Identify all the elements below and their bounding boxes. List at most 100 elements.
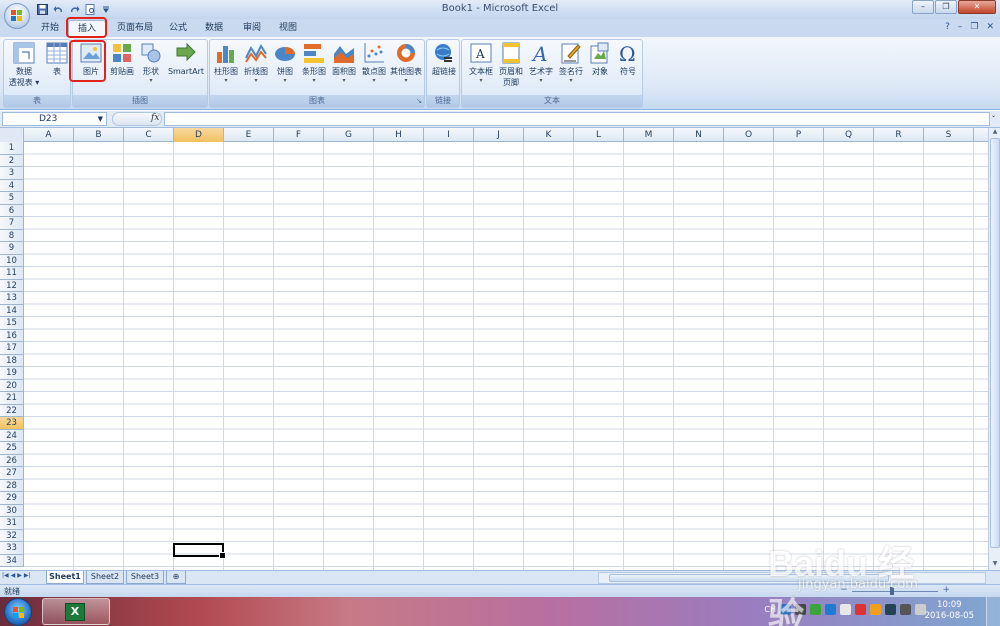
language-indicator[interactable]: CH — [764, 605, 776, 614]
zoom-slider[interactable]: − + — [840, 585, 950, 595]
header-footer-button[interactable]: 页眉和 页脚 — [496, 42, 526, 88]
column-header[interactable]: M — [624, 128, 674, 142]
qq-tray-icon[interactable] — [855, 604, 866, 615]
insert-function-button[interactable]: fx — [112, 112, 162, 126]
scroll-down-icon[interactable]: ▼ — [990, 560, 1000, 570]
scatter-chart-button[interactable]: 散点图 ▾ — [359, 42, 389, 84]
column-header[interactable]: B — [74, 128, 124, 142]
zoom-in-icon[interactable]: + — [942, 585, 950, 595]
office-button[interactable] — [4, 3, 30, 29]
row-header[interactable]: 31 — [0, 517, 24, 530]
row-header[interactable]: 33 — [0, 542, 24, 555]
object-button[interactable]: 对象 — [586, 42, 614, 77]
row-header[interactable]: 3 — [0, 167, 24, 180]
row-header[interactable]: 11 — [0, 267, 24, 280]
cell-area[interactable] — [24, 142, 988, 570]
start-button[interactable] — [4, 598, 32, 626]
signature-line-button[interactable]: 签名行 ▾ — [556, 42, 586, 84]
column-header[interactable]: K — [524, 128, 574, 142]
alert-tray-icon[interactable] — [870, 604, 881, 615]
row-header[interactable]: 9 — [0, 242, 24, 255]
network-tray-icon[interactable] — [885, 604, 896, 615]
column-header[interactable]: I — [424, 128, 474, 142]
horizontal-scrollbar[interactable] — [598, 572, 986, 584]
workbook-restore-button[interactable]: ❐ — [970, 22, 978, 32]
row-header[interactable]: 8 — [0, 229, 24, 242]
column-chart-button[interactable]: 柱形图 ▾ — [211, 42, 241, 84]
wordart-button[interactable]: A 艺术字 ▾ — [526, 42, 556, 84]
app-tray-icon[interactable] — [810, 604, 821, 615]
row-header[interactable]: 5 — [0, 192, 24, 205]
column-header[interactable]: S — [924, 128, 974, 142]
row-header[interactable]: 6 — [0, 204, 24, 217]
column-header[interactable]: A — [24, 128, 74, 142]
row-header[interactable]: 27 — [0, 467, 24, 480]
column-header[interactable]: N — [674, 128, 724, 142]
row-header[interactable]: 7 — [0, 217, 24, 230]
help-tray-icon[interactable] — [780, 604, 791, 615]
zoom-out-icon[interactable]: − — [840, 585, 848, 595]
column-header[interactable]: D — [174, 128, 224, 142]
row-header[interactable]: 29 — [0, 492, 24, 505]
row-header[interactable]: 4 — [0, 179, 24, 192]
column-header[interactable]: J — [474, 128, 524, 142]
name-box-dropdown-icon[interactable]: ▼ — [98, 113, 103, 125]
workbook-close-button[interactable]: ✕ — [986, 22, 994, 32]
area-chart-button[interactable]: 面积图 ▾ — [329, 42, 359, 84]
row-header[interactable]: 18 — [0, 354, 24, 367]
zoom-slider-knob[interactable] — [890, 587, 894, 595]
charts-dialog-launcher[interactable]: ↘ — [416, 97, 422, 105]
expand-formula-bar-icon[interactable]: ⌄ — [991, 112, 999, 126]
name-box[interactable]: D23 ▼ — [2, 112, 107, 126]
other-charts-button[interactable]: 其他图表 ▾ — [388, 42, 424, 84]
hyperlink-button[interactable]: 超链接 — [428, 42, 460, 77]
column-header[interactable]: R — [874, 128, 924, 142]
clip-art-button[interactable]: 剪贴画 — [107, 42, 137, 77]
minimize-button[interactable]: – — [912, 0, 934, 14]
row-header[interactable]: 13 — [0, 292, 24, 305]
show-desktop-button[interactable] — [986, 597, 1000, 626]
bar-chart-button[interactable]: 条形图 ▾ — [299, 42, 329, 84]
smartart-button[interactable]: SmartArt — [165, 42, 207, 77]
column-header[interactable]: L — [574, 128, 624, 142]
row-header[interactable]: 22 — [0, 404, 24, 417]
sheet-tab-3[interactable]: Sheet3 — [126, 571, 164, 584]
tab-view[interactable]: 视图 — [272, 20, 304, 37]
prev-sheet-icon[interactable]: ◀ — [11, 572, 16, 579]
security-tray-icon[interactable] — [825, 604, 836, 615]
column-header[interactable]: C — [124, 128, 174, 142]
column-header[interactable]: H — [374, 128, 424, 142]
row-header[interactable]: 32 — [0, 529, 24, 542]
tab-page-layout[interactable]: 页面布局 — [108, 20, 162, 37]
row-header[interactable]: 21 — [0, 392, 24, 405]
column-header[interactable]: F — [274, 128, 324, 142]
horizontal-scroll-thumb[interactable] — [609, 574, 889, 582]
column-header[interactable]: O — [724, 128, 774, 142]
row-header[interactable]: 2 — [0, 154, 24, 167]
row-header[interactable]: 19 — [0, 367, 24, 380]
close-button[interactable]: ✕ — [958, 0, 996, 14]
sheet-tab-1[interactable]: Sheet1 — [46, 571, 84, 584]
workbook-minimize-button[interactable]: – — [958, 22, 963, 32]
line-chart-button[interactable]: 折线图 ▾ — [241, 42, 271, 84]
tab-home[interactable]: 开始 — [34, 20, 66, 37]
first-sheet-icon[interactable]: |◀ — [2, 572, 9, 579]
restore-button[interactable]: ❐ — [935, 0, 957, 14]
row-header[interactable]: 24 — [0, 429, 24, 442]
speaker-tray-icon[interactable] — [840, 604, 851, 615]
vertical-scroll-thumb[interactable] — [990, 138, 1000, 548]
shapes-button[interactable]: 形状 ▾ — [137, 42, 165, 84]
system-clock[interactable]: 10:09 2016-08-05 — [925, 600, 974, 622]
active-cell-d23[interactable] — [173, 543, 226, 559]
taskbar-excel-button[interactable]: X — [42, 598, 110, 625]
tab-data[interactable]: 数据 — [198, 20, 230, 37]
tab-review[interactable]: 审阅 — [236, 20, 268, 37]
insert-sheet-icon[interactable]: ⊕ — [166, 571, 186, 584]
row-header[interactable]: 26 — [0, 454, 24, 467]
pie-chart-button[interactable]: 饼图 ▾ — [271, 42, 299, 84]
row-header[interactable]: 10 — [0, 254, 24, 267]
column-header[interactable]: G — [324, 128, 374, 142]
sheet-tab-2[interactable]: Sheet2 — [86, 571, 124, 584]
row-header[interactable]: 12 — [0, 279, 24, 292]
tab-formulas[interactable]: 公式 — [162, 20, 194, 37]
